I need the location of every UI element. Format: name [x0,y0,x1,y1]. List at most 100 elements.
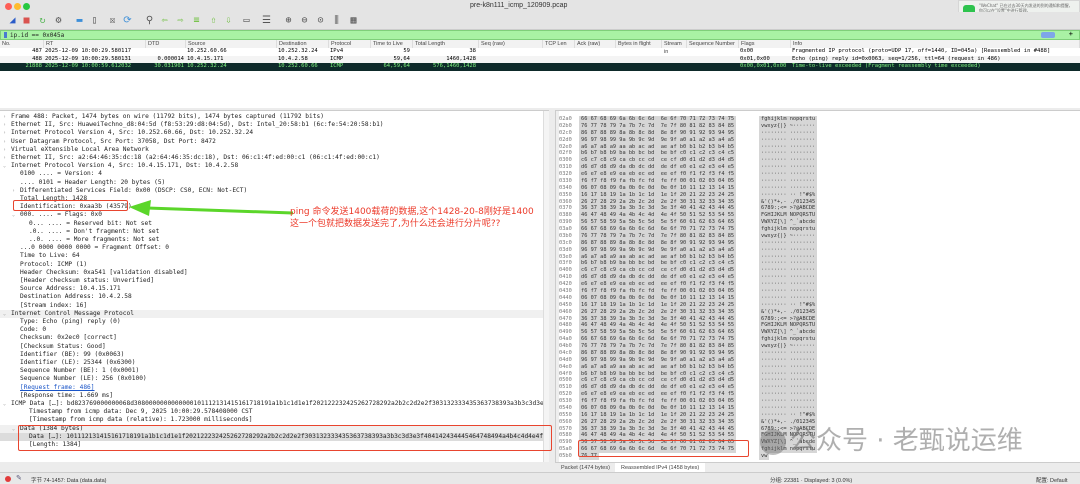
detail-row[interactable]: 0100 .... = Version: 4 [0,170,549,178]
detail-row[interactable]: .... 0101 = Header Length: 20 bytes (5) [0,179,549,187]
detail-row[interactable]: Timestamp from icmp data: Dec 9, 2025 10… [0,408,549,416]
column-header[interactable]: RT [44,40,146,48]
autoscroll-icon[interactable]: ▭ [240,14,253,27]
resize-columns-icon[interactable]: ⫼ [330,14,343,27]
column-header[interactable]: Ack (raw) [575,40,616,48]
display-filter-bar[interactable]: ip.id == 0x045a + [0,30,1080,40]
chevron-down-icon[interactable]: ⌄ [3,162,11,170]
packet-row[interactable]: 487 2025-12-09 10:00:29.580117 10.252.60.6… [0,48,1080,56]
chevron-down-icon[interactable]: ⌄ [12,211,20,219]
detail-row[interactable]: › Internet Protocol Version 4, Src: 10.25… [0,129,549,137]
column-header[interactable]: Flags [739,40,791,48]
chevron-down-icon[interactable]: ⌄ [3,400,11,408]
detail-row[interactable]: Sequence Number (BE): 1 (0x0001) [0,367,549,375]
add-filter-button-icon[interactable]: + [1069,30,1073,38]
column-header[interactable]: DTD [146,40,186,48]
packet-row[interactable]: 488 2025-12-09 10:00:29.580131 0.000014 10.… [0,55,1080,64]
detail-row[interactable]: Destination Address: 10.4.2.58 [0,293,549,301]
last-packet-icon[interactable]: ⇩ [222,14,235,27]
stop-icon[interactable]: ■ [20,14,33,27]
layout-icon[interactable]: ▦ [347,14,360,27]
zoom-out-icon[interactable]: ⊖ [298,14,311,27]
column-header[interactable]: Stream in [662,40,687,55]
packet-row[interactable]: 21888 2025-12-09 10:00:59.612032 30.031901… [0,63,1080,71]
column-header[interactable]: Protocol [329,40,371,48]
status-profile[interactable]: 配置: Default [1036,476,1067,484]
chevron-right-icon[interactable]: › [3,113,11,121]
detail-row[interactable]: Header Checksum: 0xa541 [validation disa… [0,269,549,277]
column-header[interactable]: Source [186,40,277,48]
chevron-right-icon[interactable]: › [3,129,11,137]
detail-row[interactable]: Source Address: 10.4.15.171 [0,285,549,293]
detail-row[interactable]: › Ethernet II, Src: HuaweiTechno_d8:04:5d… [0,121,549,129]
chevron-right-icon[interactable]: › [3,121,11,129]
minimize-window-button[interactable] [14,3,21,10]
bytes-scrollbar[interactable] [556,111,559,463]
detail-row[interactable]: [Stream index: 16] [0,302,549,310]
chevron-right-icon[interactable]: › [3,138,11,146]
detail-row[interactable]: › Virtual eXtensible Local Area Network [0,146,549,154]
detail-row[interactable]: Checksum: 0x2ec0 [correct] [0,334,549,342]
find-icon[interactable]: ⚲ [143,14,156,27]
expert-info-icon[interactable] [5,476,11,482]
detail-row[interactable]: [Timestamp from icmp data (relative): 1.… [0,416,549,424]
detail-row[interactable]: › Ethernet II, Src: a2:64:46:35:dc:18 (a2… [0,154,549,162]
first-packet-icon[interactable]: ⇧ [207,14,220,27]
detail-row[interactable]: [Checksum Status: Good] [0,343,549,351]
chevron-right-icon[interactable]: › [3,146,11,154]
apply-filter-button[interactable] [1041,32,1055,38]
detail-row[interactable]: [Response time: 1.669 ms] [0,392,549,400]
detail-row[interactable]: › User Datagram Protocol, Src Port: 37058… [0,138,549,146]
bookmark-icon[interactable] [4,32,7,38]
column-header[interactable]: Seq (raw) [479,40,543,48]
chevron-right-icon[interactable]: › [3,154,11,162]
detail-row[interactable]: Identifier (BE): 99 (0x0063) [0,351,549,359]
capture-comment-icon[interactable]: ✎ [16,474,22,482]
restart-icon[interactable]: ↻ [36,14,49,27]
column-header[interactable]: TCP Len [543,40,575,48]
maximize-window-button[interactable] [23,3,30,10]
go-to-packet-icon[interactable]: ≡ [190,14,203,27]
detail-row[interactable]: [Header checksum status: Unverified] [0,277,549,285]
details-scrollbar[interactable] [543,111,549,462]
detail-row[interactable]: ...0 0000 0000 0000 = Fragment Offset: 0 [0,244,549,252]
close-window-button[interactable] [5,3,12,10]
detail-row[interactable]: Time to Live: 64 [0,252,549,260]
column-header[interactable]: Destination [277,40,329,48]
detail-row[interactable]: Protocol: ICMP (1) [0,261,549,269]
zoom-in-icon[interactable]: ⊕ [282,14,295,27]
detail-row[interactable]: Identifier (LE): 25344 (0x6300) [0,359,549,367]
save-file-icon[interactable]: ▯ [88,14,101,27]
chevron-right-icon[interactable]: › [12,187,20,195]
column-header[interactable]: No. [0,40,44,48]
column-header[interactable]: Time to Live [371,40,413,48]
column-header[interactable]: Info [791,40,1080,48]
options-gear-icon[interactable]: ⚙ [52,14,65,27]
detail-row[interactable]: Type: Echo (ping) reply (0) [0,318,549,326]
back-icon[interactable]: ⇦ [158,14,171,27]
detail-row[interactable]: › Frame 488: Packet, 1474 bytes on wire (… [0,113,549,121]
chevron-down-icon[interactable]: ⌄ [3,310,11,318]
hex-bytes: c6 c7 c8 c9 ca cb cc cd ce cf d0 d1 d2 d… [579,377,737,385]
detail-row[interactable]: ⌄ Internet Control Message Protocol [0,309,549,318]
detail-row[interactable]: ⌄ ICMP Data […]: bd823769000000068d308000… [0,400,549,408]
reload-icon[interactable]: ⟳ [121,14,134,27]
detail-row[interactable]: [Request frame: 486] [0,384,549,392]
column-header[interactable]: Bytes in flight [616,40,662,48]
detail-row[interactable]: Code: 0 [0,326,549,334]
zoom-normal-icon[interactable]: ⊙ [314,14,327,27]
column-header[interactable]: Total Length [413,40,479,48]
detail-row[interactable]: Sequence Number (LE): 256 (0x0100) [0,375,549,383]
column-header[interactable]: Sequence Number [687,40,739,48]
open-folder-icon[interactable]: ▬ [73,14,86,27]
detail-text: Ethernet II, Src: HuaweiTechno_d8:04:5d … [11,121,384,129]
detail-row[interactable]: › Differentiated Services Field: 0x00 (DS… [0,187,549,195]
colorize-icon[interactable]: ☰ [260,14,273,27]
display-filter-input[interactable]: ip.id == 0x045a [10,32,64,39]
close-file-icon[interactable]: ☒ [106,14,119,27]
detail-row[interactable]: ..0. .... = More fragments: Not set [0,236,549,244]
request-frame-link[interactable]: [Request frame: 486] [20,384,95,391]
forward-icon[interactable]: ⇨ [174,14,187,27]
detail-row[interactable]: ⌄ Internet Protocol Version 4, Src: 10.4.… [0,162,549,170]
shark-fin-start-icon[interactable]: ◢ [6,14,19,27]
